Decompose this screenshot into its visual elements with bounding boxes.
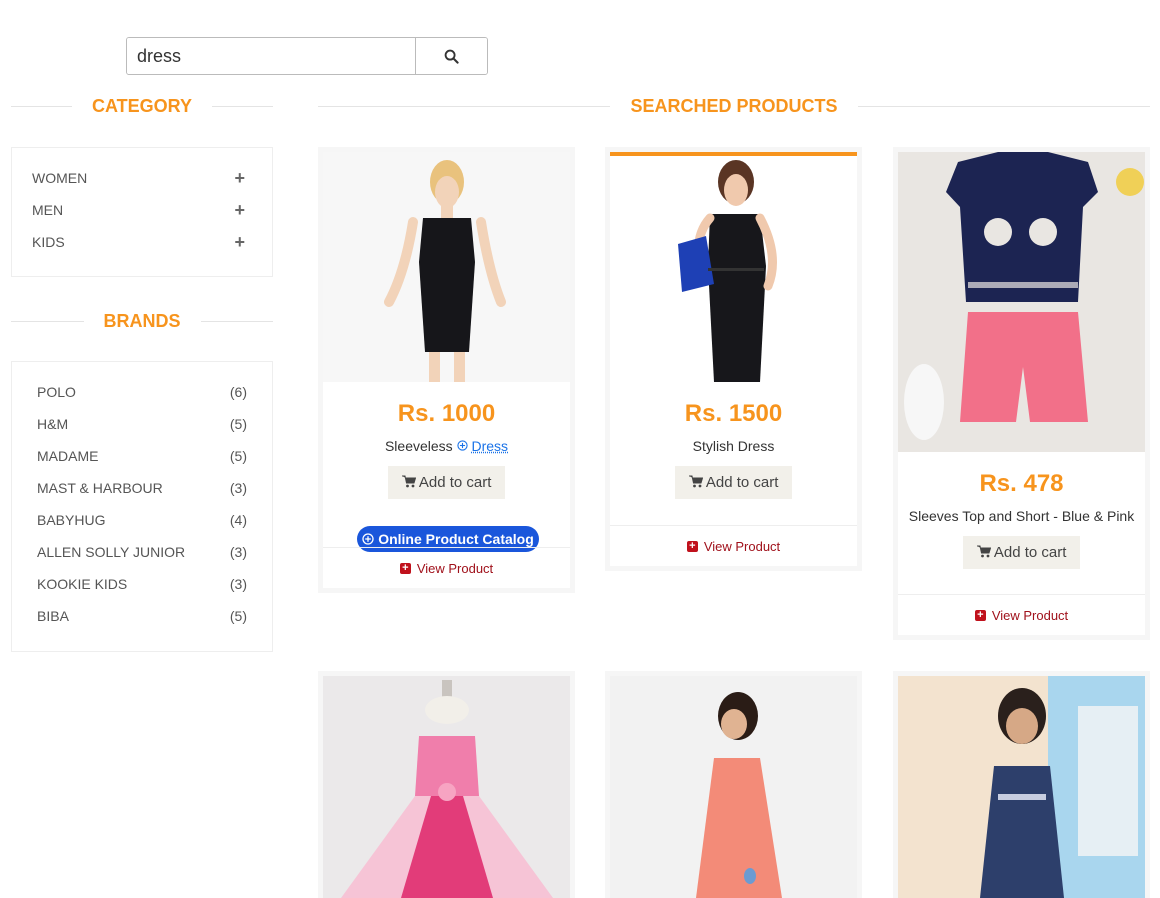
brand-item-biba[interactable]: BIBA (5) bbox=[12, 600, 272, 632]
expand-icon[interactable]: + bbox=[234, 232, 245, 253]
brand-item-kookie-kids[interactable]: KOOKIE KIDS (3) bbox=[12, 568, 272, 600]
category-title: CATEGORY bbox=[92, 95, 193, 116]
view-product-label: View Product bbox=[416, 560, 494, 576]
product-image[interactable] bbox=[610, 676, 857, 898]
brand-label: BIBA bbox=[37, 608, 69, 624]
brand-item-polo[interactable]: POLO (6) bbox=[12, 376, 272, 408]
brand-count: (5) bbox=[229, 448, 247, 464]
brand-item-mast-harbour[interactable]: MAST & HARBOUR (3) bbox=[12, 472, 272, 504]
cart-icon bbox=[976, 545, 991, 558]
product-image[interactable] bbox=[323, 152, 570, 382]
add-to-cart-label: Add to cart bbox=[705, 474, 779, 491]
brand-count: (4) bbox=[229, 512, 247, 528]
brand-count: (3) bbox=[229, 544, 247, 560]
category-item-label: MEN bbox=[32, 202, 64, 218]
product-card[interactable] bbox=[605, 671, 862, 898]
cart-icon bbox=[688, 475, 703, 488]
product-name: Sleeveless Dress bbox=[323, 438, 570, 454]
plus-square-icon: + bbox=[686, 540, 698, 552]
category-panel: WOMEN + MEN + KIDS + bbox=[11, 147, 273, 277]
brand-count: (3) bbox=[229, 576, 247, 592]
add-to-cart-button[interactable]: Add to cart bbox=[388, 466, 505, 499]
plus-square-icon: + bbox=[974, 609, 986, 621]
product-image[interactable] bbox=[898, 676, 1145, 898]
view-product-label: View Product bbox=[703, 538, 781, 554]
category-heading: CATEGORY bbox=[11, 95, 274, 117]
brand-count: (5) bbox=[229, 416, 247, 432]
expand-icon[interactable]: + bbox=[234, 200, 245, 221]
brand-label: KOOKIE KIDS bbox=[37, 576, 128, 592]
add-to-cart-label: Add to cart bbox=[993, 544, 1067, 561]
catalog-label: Online Product Catalog bbox=[378, 531, 534, 547]
add-to-cart-label: Add to cart bbox=[418, 474, 492, 491]
search-input[interactable] bbox=[127, 38, 416, 74]
brand-item-babyhug[interactable]: BABYHUG (4) bbox=[12, 504, 272, 536]
brand-count: (3) bbox=[229, 480, 247, 496]
brand-label: BABYHUG bbox=[37, 512, 106, 528]
dress-link-text[interactable]: Dress bbox=[471, 438, 508, 454]
expand-icon[interactable]: + bbox=[234, 168, 245, 189]
brand-label: POLO bbox=[37, 384, 76, 400]
search-button[interactable] bbox=[415, 38, 487, 74]
brand-item-allen-solly-junior[interactable]: ALLEN SOLLY JUNIOR (3) bbox=[12, 536, 272, 568]
dress-link[interactable]: Dress bbox=[456, 438, 508, 454]
product-name: Stylish Dress bbox=[692, 438, 775, 454]
plus-circle-icon bbox=[456, 440, 468, 451]
category-item-men[interactable]: MEN + bbox=[12, 194, 272, 226]
view-product-link[interactable]: + View Product bbox=[898, 594, 1145, 635]
plus-circle-icon bbox=[362, 533, 374, 545]
product-card[interactable]: Rs. 1500 Stylish Dress Add to cart + Vie… bbox=[605, 147, 862, 571]
brand-item-madame[interactable]: MADAME (5) bbox=[12, 440, 272, 472]
brand-label: MAST & HARBOUR bbox=[37, 480, 163, 496]
product-card[interactable] bbox=[893, 671, 1150, 898]
category-item-kids[interactable]: KIDS + bbox=[12, 226, 272, 258]
view-product-link[interactable]: + View Product bbox=[610, 525, 857, 566]
brand-label: H&M bbox=[37, 416, 69, 432]
add-to-cart-button[interactable]: Add to cart bbox=[963, 536, 1080, 569]
product-name-text: Sleeveless bbox=[384, 438, 453, 454]
category-item-label: KIDS bbox=[32, 234, 65, 250]
product-image[interactable] bbox=[323, 676, 570, 898]
searched-products-title: SEARCHED PRODUCTS bbox=[630, 95, 838, 116]
product-price: Rs. 478 bbox=[979, 470, 1064, 497]
brands-heading: BRANDS bbox=[11, 310, 274, 332]
category-item-women[interactable]: WOMEN + bbox=[12, 162, 272, 194]
product-card[interactable] bbox=[318, 671, 575, 898]
plus-square-icon: + bbox=[399, 562, 411, 574]
product-name: Sleeves Top and Short - Blue & Pink bbox=[908, 508, 1135, 524]
search-icon bbox=[444, 49, 459, 64]
view-product-label: View Product bbox=[991, 607, 1069, 623]
add-to-cart-button[interactable]: Add to cart bbox=[675, 466, 792, 499]
product-image[interactable] bbox=[898, 152, 1145, 452]
brand-count: (5) bbox=[229, 608, 247, 624]
search-bar bbox=[126, 37, 488, 75]
brands-title: BRANDS bbox=[103, 310, 181, 331]
brands-panel: POLO (6) H&M (5) MADAME (5) MAST & HARBOUR (… bbox=[11, 361, 273, 652]
brand-label: MADAME bbox=[37, 448, 99, 464]
category-item-label: WOMEN bbox=[32, 170, 88, 186]
product-card[interactable]: Rs. 478 Sleeves Top and Short - Blue & P… bbox=[893, 147, 1150, 640]
searched-products-heading: SEARCHED PRODUCTS bbox=[318, 95, 1150, 117]
brand-count: (6) bbox=[229, 384, 247, 400]
product-card[interactable]: Rs. 1000 Sleeveless Dress Add to cart On… bbox=[318, 147, 575, 593]
brand-item-hm[interactable]: H&M (5) bbox=[12, 408, 272, 440]
product-price: Rs. 1000 bbox=[397, 400, 496, 427]
brand-label: ALLEN SOLLY JUNIOR bbox=[37, 544, 186, 560]
view-product-link[interactable]: + View Product bbox=[323, 547, 570, 588]
product-image[interactable] bbox=[610, 156, 857, 382]
cart-icon bbox=[401, 475, 416, 488]
product-price: Rs. 1500 bbox=[684, 400, 783, 427]
